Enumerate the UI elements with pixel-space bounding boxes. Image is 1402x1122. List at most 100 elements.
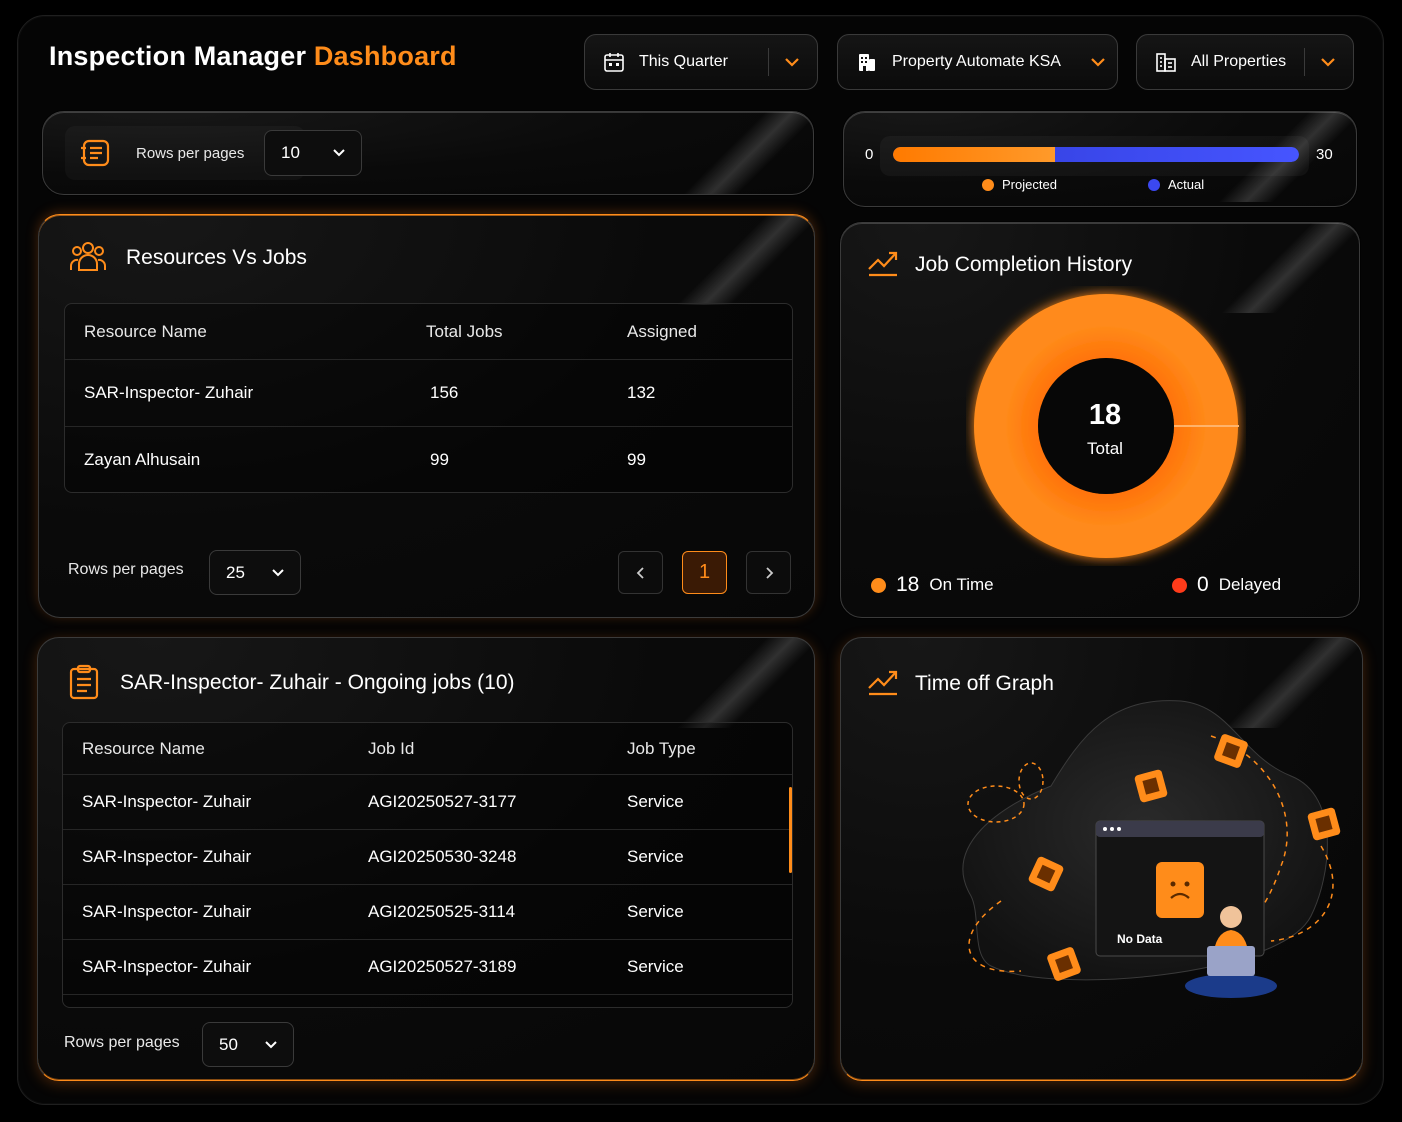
- timeoff-panel-title: Time off Graph: [915, 672, 1054, 695]
- resource-name-cell: SAR-Inspector- Zuhair: [84, 383, 254, 402]
- rows-per-page-label: Rows per pages: [64, 1034, 180, 1051]
- resource-name-cell: SAR-Inspector- Zuhair: [82, 957, 252, 976]
- on-time-value: 18: [896, 573, 920, 596]
- table-row[interactable]: SAR-Inspector- Zuhair AGI20250527-3189 S…: [63, 940, 792, 995]
- buildings-icon: [1155, 51, 1177, 73]
- chevron-down-icon: [263, 1037, 279, 1053]
- title-accent: Dashboard: [313, 41, 457, 71]
- resource-name-cell: SAR-Inspector- Zuhair: [82, 792, 252, 811]
- period-filter-dropdown[interactable]: This Quarter: [584, 34, 818, 90]
- resource-name-cell: Zayan Alhusain: [84, 450, 201, 469]
- legend-dot-on-time: [871, 577, 886, 593]
- column-header: Assigned: [627, 321, 697, 341]
- table-row[interactable]: SAR-Inspector- Zuhair AGI20250525-3114 S…: [63, 885, 792, 940]
- job-type-cell: Service: [627, 957, 684, 976]
- filter-divider: [768, 48, 769, 76]
- property-filter-dropdown[interactable]: All Properties: [1136, 34, 1354, 90]
- job-id-cell: AGI20250527-3189: [368, 957, 517, 976]
- table-row[interactable]: SAR-Inspector- Zuhair AGI20250527-3177 S…: [63, 775, 792, 830]
- rows-per-page-toolbar: Rows per pages 10: [42, 111, 814, 195]
- column-header: Job Type: [627, 738, 696, 758]
- rows-per-page-value: 25: [226, 562, 245, 582]
- page-title: Inspection Manager Dashboard: [49, 41, 457, 72]
- chevron-right-icon: [762, 566, 776, 580]
- chevron-down-icon: [270, 565, 286, 581]
- chevron-down-icon: [331, 145, 347, 161]
- resource-name-cell: SAR-Inspector- Zuhair: [82, 847, 252, 866]
- progress-min-label: 0: [865, 146, 874, 163]
- progress-max-label: 30: [1316, 146, 1333, 163]
- chevron-down-icon: [783, 53, 801, 71]
- no-data-illustration: [962, 700, 1341, 999]
- property-filter-label: All Properties: [1191, 53, 1287, 70]
- job-id-cell: AGI20250527-3177: [368, 792, 517, 811]
- legend-dot-projected: [982, 178, 994, 191]
- calendar-icon: [603, 51, 625, 73]
- job-type-cell: Service: [627, 847, 684, 866]
- progress-projected-fill: [893, 147, 1056, 162]
- rows-per-page-value: 50: [219, 1034, 238, 1054]
- previous-page-button[interactable]: [618, 551, 663, 594]
- period-filter-label: This Quarter: [639, 53, 728, 70]
- rows-per-page-label: Rows per pages: [136, 145, 245, 162]
- table-scrollbar[interactable]: [789, 787, 792, 873]
- job-type-cell: Service: [627, 792, 684, 811]
- clipboard-icon: [68, 664, 100, 700]
- job-id-cell: AGI20250525-3114: [368, 902, 516, 921]
- table-header-row: Resource Name Job Id Job Type: [63, 723, 792, 775]
- ongoing-jobs-table: Resource Name Job Id Job Type SAR-Inspec…: [62, 722, 793, 1008]
- table-row[interactable]: SAR-Inspector- Zuhair AGI20250530-3248 S…: [63, 830, 792, 885]
- assigned-cell: 99: [627, 450, 646, 469]
- job-completion-panel: Job Completion History 18 Total 18 On Ti…: [840, 222, 1360, 618]
- company-filter-dropdown[interactable]: Property Automate KSA: [837, 34, 1118, 90]
- next-page-button[interactable]: [746, 551, 791, 594]
- ongoing-panel-title: SAR-Inspector- Zuhair - Ongoing jobs (10…: [120, 671, 515, 694]
- no-data-text: No Data: [1117, 932, 1163, 946]
- table-header-row: Resource Name Total Jobs Assigned: [65, 304, 792, 360]
- legend-projected: Projected: [982, 177, 1057, 192]
- progress-bar: [893, 147, 1299, 162]
- legend-dot-delayed: [1172, 577, 1187, 593]
- list-icon: [79, 136, 113, 170]
- total-jobs-cell: 156: [430, 383, 459, 402]
- rows-per-page-select[interactable]: 10: [264, 130, 362, 176]
- legend-on-time: 18 On Time: [871, 573, 994, 597]
- filter-divider: [1304, 48, 1305, 76]
- rows-per-page-select[interactable]: 50: [202, 1022, 294, 1067]
- completion-panel-title: Job Completion History: [915, 253, 1133, 276]
- trend-chart-icon: [866, 247, 900, 277]
- assigned-cell: 132: [627, 383, 656, 402]
- delayed-value: 0: [1197, 573, 1209, 596]
- resources-table: Resource Name Total Jobs Assigned SAR-In…: [64, 303, 793, 493]
- on-time-label: On Time: [929, 575, 994, 594]
- chevron-down-icon: [1319, 53, 1337, 71]
- table-row[interactable]: Zayan Alhusain 99 99: [65, 427, 792, 493]
- legend-actual: Actual: [1148, 177, 1204, 192]
- time-off-graph-panel: Time off Graph No Data: [840, 637, 1363, 1081]
- resource-name-cell: SAR-Inspector- Zuhair: [82, 902, 252, 921]
- column-header: Total Jobs: [426, 321, 503, 341]
- job-type-cell: Service: [627, 902, 684, 921]
- trend-chart-icon: [866, 666, 900, 696]
- column-header: Resource Name: [82, 738, 205, 758]
- legend-dot-actual: [1148, 178, 1160, 191]
- chevron-left-icon: [634, 566, 648, 580]
- rows-per-page-label: Rows per pages: [68, 561, 184, 578]
- job-id-cell: AGI20250530-3248: [368, 847, 517, 866]
- resources-vs-jobs-panel: Resources Vs Jobs Resource Name Total Jo…: [38, 214, 815, 618]
- rows-per-page-select[interactable]: 25: [209, 550, 301, 595]
- page-button-current[interactable]: 1: [682, 551, 727, 594]
- delayed-label: Delayed: [1218, 575, 1282, 594]
- title-main: Inspection Manager: [49, 41, 307, 71]
- chevron-down-icon: [1089, 53, 1107, 71]
- column-header: Resource Name: [84, 321, 207, 341]
- table-row[interactable]: SAR-Inspector- Zuhair 156 132: [65, 360, 792, 427]
- column-header: Job Id: [368, 738, 415, 758]
- resources-panel-title: Resources Vs Jobs: [126, 246, 307, 269]
- rows-per-page-value: 10: [281, 143, 300, 162]
- completion-total-value: 18: [1088, 399, 1122, 431]
- users-icon: [69, 239, 107, 273]
- legend-delayed: 0 Delayed: [1172, 573, 1281, 597]
- ongoing-jobs-panel: SAR-Inspector- Zuhair - Ongoing jobs (10…: [37, 637, 815, 1081]
- building-icon: [856, 51, 878, 73]
